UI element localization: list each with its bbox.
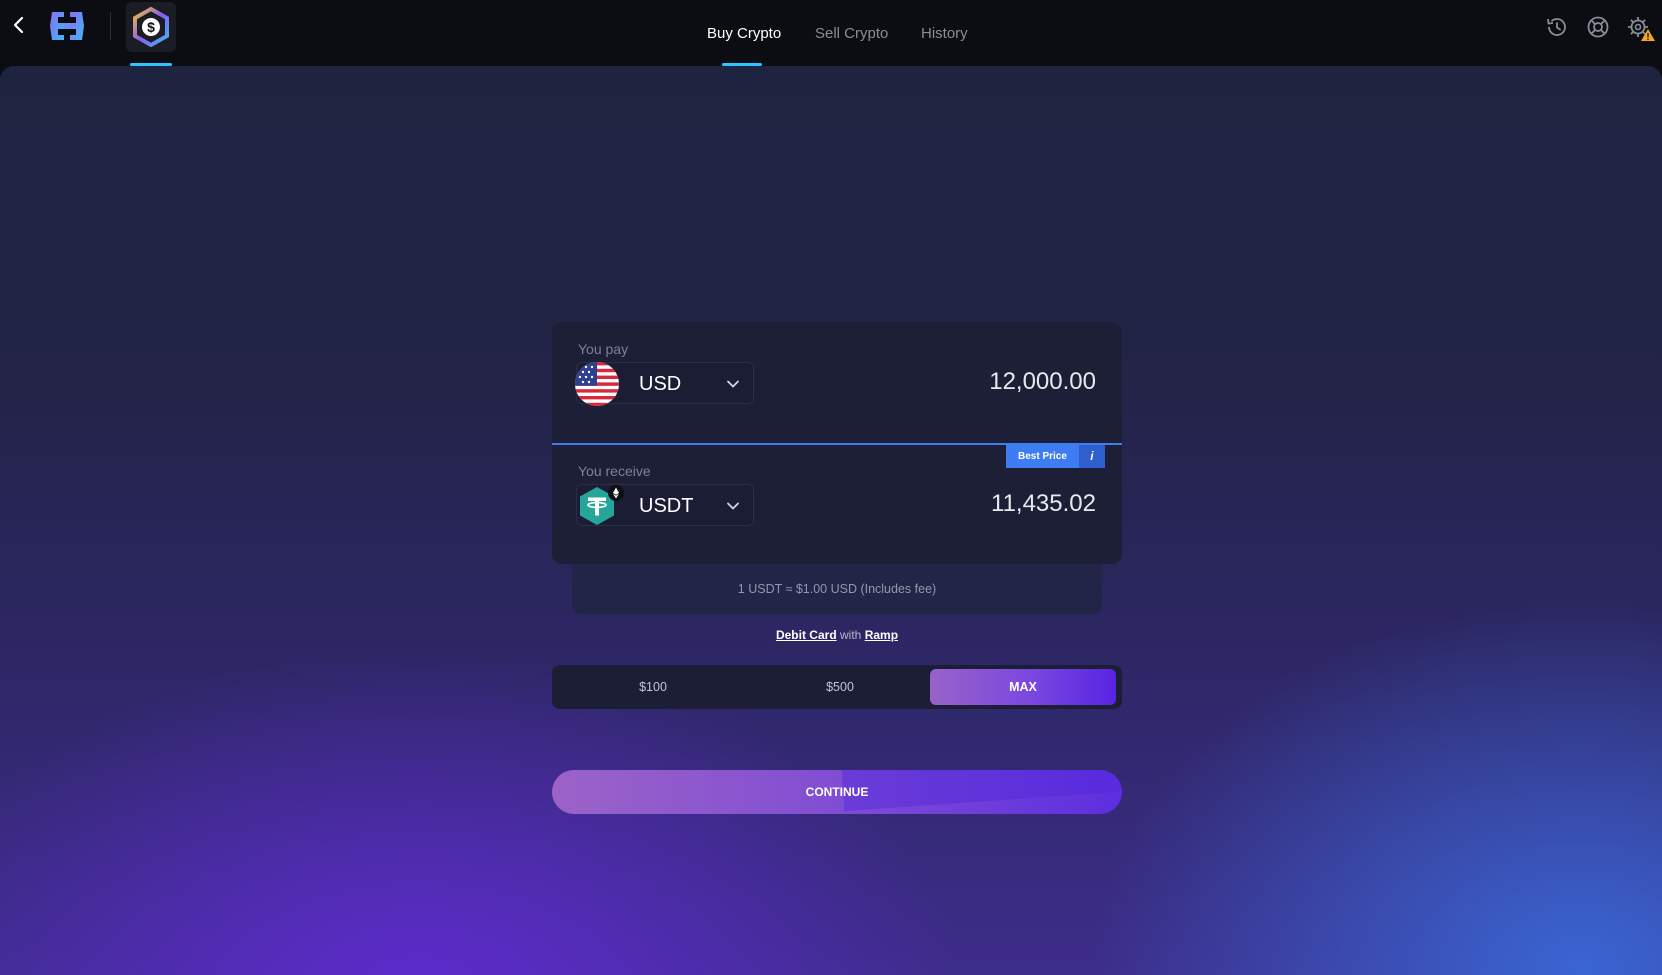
back-icon[interactable] (8, 14, 30, 36)
pay-label: You pay (578, 341, 629, 357)
provider-connector: with (840, 628, 862, 642)
usa-flag-icon (575, 362, 619, 406)
chevron-down-icon (725, 498, 741, 514)
tab-buy-crypto[interactable]: Buy Crypto (707, 0, 781, 66)
pay-amount-input[interactable]: 12,000.00 (989, 368, 1096, 396)
support-icon[interactable] (1585, 14, 1611, 40)
pay-currency-select[interactable]: USD (575, 362, 754, 406)
settings-warning-icon[interactable] (1626, 14, 1656, 41)
exodus-logo-icon[interactable] (48, 8, 86, 44)
buy-crypto-app-icon[interactable]: $ (126, 2, 176, 52)
exchange-rate: 1 USDT ≈ $1.00 USD (Includes fee) (572, 564, 1102, 614)
preset-max-button[interactable]: MAX (930, 669, 1116, 705)
exchange-card: You pay USD 12,000.00 Best Price i You r… (552, 322, 1122, 564)
main-stage: You pay USD 12,000.00 Best Price i You r… (0, 66, 1662, 975)
top-bar: $ Buy Crypto Sell Crypto History (0, 0, 1662, 66)
continue-label: CONTINUE (805, 785, 869, 799)
header-divider (110, 12, 111, 40)
tab-history[interactable]: History (921, 0, 968, 66)
receive-currency-select[interactable]: USDT (576, 484, 754, 526)
continue-button[interactable]: CONTINUE (552, 770, 1122, 814)
chevron-down-icon (725, 376, 741, 392)
best-price-label: Best Price (1006, 445, 1079, 468)
payment-method-link[interactable]: Debit Card (776, 628, 837, 642)
history-icon[interactable] (1544, 14, 1570, 40)
tab-sell-crypto[interactable]: Sell Crypto (815, 0, 888, 66)
svg-text:$: $ (147, 19, 155, 35)
tether-icon (575, 484, 624, 528)
best-price-badge[interactable]: Best Price i (1006, 445, 1105, 468)
preset-100-button[interactable]: $100 (560, 669, 746, 705)
payment-provider: Debit Card with Ramp (552, 628, 1122, 642)
pay-currency-code: USD (639, 373, 682, 395)
receive-currency-code: USDT (639, 495, 694, 517)
receive-label: You receive (578, 463, 651, 479)
provider-link[interactable]: Ramp (865, 628, 898, 642)
receive-amount: 11,435.02 (991, 490, 1096, 517)
preset-500-button[interactable]: $500 (747, 669, 933, 705)
info-icon[interactable]: i (1078, 445, 1105, 468)
amount-presets: $100 $500 MAX (552, 665, 1122, 709)
